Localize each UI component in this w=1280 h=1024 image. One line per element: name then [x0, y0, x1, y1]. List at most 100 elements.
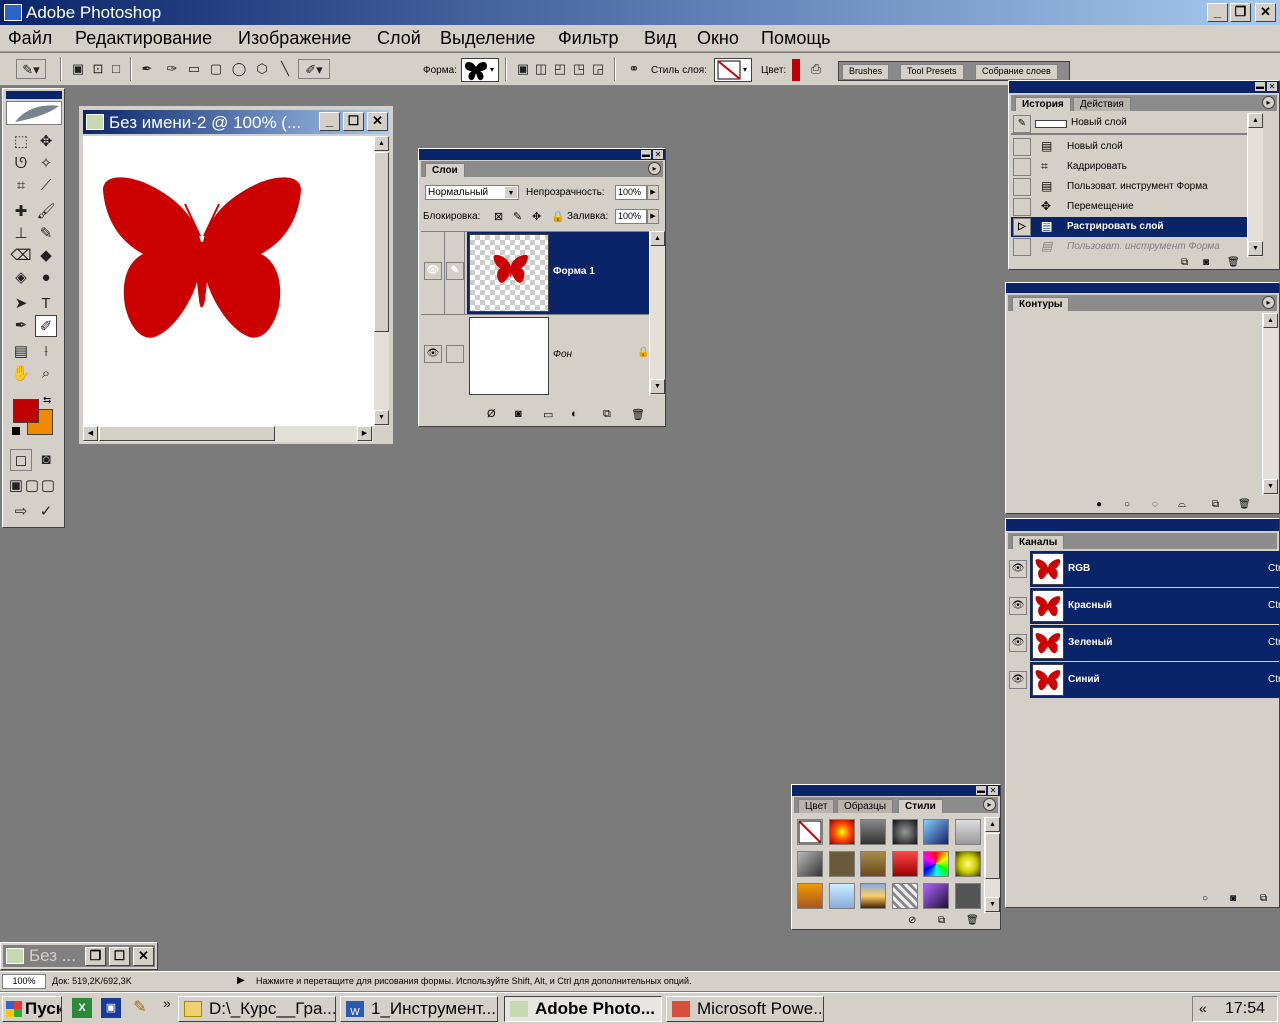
style-swatch[interactable] — [923, 819, 949, 845]
scroll-thumb[interactable] — [985, 833, 1000, 879]
path-selection-tool-icon[interactable]: ➤ — [10, 293, 32, 315]
eye-icon[interactable]: 👁 — [424, 262, 442, 280]
type-tool-icon[interactable]: T — [35, 293, 57, 315]
palette-well-icon[interactable]: ⎙ — [806, 59, 826, 79]
eye-icon[interactable]: 👁 — [1009, 634, 1027, 652]
hscroll-thumb[interactable] — [99, 426, 275, 441]
line-icon[interactable]: ╲ — [275, 59, 295, 79]
menu-edit[interactable]: Редактирование — [75, 28, 212, 49]
scroll-up-arrow[interactable]: ▲ — [650, 231, 665, 246]
tab-history[interactable]: История — [1015, 97, 1071, 111]
tab-color[interactable]: Цвет — [798, 799, 835, 813]
hand-tool-icon[interactable]: ✋ — [10, 363, 32, 385]
move-tool-icon[interactable]: ✥ — [35, 131, 57, 153]
taskbar-photoshop-button[interactable]: Adobe Photo... — [504, 996, 662, 1022]
style-swatch[interactable] — [923, 851, 949, 877]
taskbar-folder-button[interactable]: D:\_Курс__Гра... — [178, 996, 336, 1022]
fill-pixels-icon[interactable]: □ — [106, 59, 126, 79]
trash-icon[interactable]: 🗑 — [631, 408, 645, 421]
tools-quicklaunch-icon[interactable]: ✎ — [130, 998, 150, 1018]
new-layer-icon[interactable]: ⧉ — [603, 408, 611, 421]
save-quicklaunch-icon[interactable]: ▣ — [101, 998, 121, 1018]
scroll-down-arrow[interactable]: ▼ — [1248, 241, 1263, 256]
history-brush-tool-icon[interactable]: ✎ — [35, 223, 57, 245]
style-swatch[interactable] — [955, 851, 981, 877]
tab-layers[interactable]: Слои — [425, 163, 465, 177]
style-swatch[interactable] — [829, 851, 855, 877]
clear-style-icon[interactable]: ⊘ — [908, 915, 916, 926]
scroll-down-arrow[interactable]: ▼ — [1263, 479, 1278, 494]
style-none-swatch[interactable] — [797, 819, 823, 845]
shape-color-swatch[interactable] — [792, 59, 800, 81]
polygon-icon[interactable]: ⬡ — [252, 59, 272, 79]
new-shape-area-icon[interactable]: ▣ — [513, 59, 533, 79]
tray-chevron[interactable]: « — [1199, 1000, 1207, 1016]
min-doc-maximize-button[interactable]: ☐ — [109, 947, 130, 966]
menu-view[interactable]: Вид — [644, 28, 677, 49]
new-snapshot-icon[interactable]: ◙ — [1203, 257, 1209, 268]
clone-stamp-tool-icon[interactable]: ⊥ — [10, 223, 32, 245]
channel-row-blue[interactable]: 👁 Синий Ctr — [1006, 662, 1280, 699]
eye-icon[interactable]: 👁 — [1009, 671, 1027, 689]
style-swatch[interactable] — [860, 819, 886, 845]
link-empty-icon[interactable] — [446, 345, 464, 363]
tab-channels[interactable]: Каналы — [1012, 535, 1065, 549]
doc-maximize-button[interactable]: ☐ — [343, 112, 364, 131]
status-menu-arrow-icon[interactable]: ▶ — [237, 975, 245, 986]
lasso-tool-icon[interactable]: ᘎ — [10, 153, 32, 175]
intersect-shape-area-icon[interactable]: ◳ — [569, 59, 589, 79]
make-work-path-icon[interactable]: ⌓ — [1178, 499, 1186, 510]
new-set-icon[interactable]: ▭ — [543, 408, 553, 421]
layers-close-icon[interactable]: ✕ — [653, 150, 663, 159]
rectangle-icon[interactable]: ▭ — [184, 59, 204, 79]
style-swatch[interactable] — [797, 883, 823, 909]
doc-vertical-scrollbar[interactable]: ▲ ▼ — [373, 136, 389, 426]
imageready-icon[interactable]: ✓ — [35, 501, 57, 523]
link-icon[interactable]: ⚭ — [624, 59, 644, 79]
history-item-selected[interactable]: ▷ ▤ Растрировать слой — [1011, 217, 1247, 237]
trash-icon[interactable]: 🗑 — [1238, 499, 1251, 510]
style-swatch[interactable] — [797, 851, 823, 877]
style-swatch[interactable] — [829, 883, 855, 909]
zoom-tool-icon[interactable]: ⌕ — [35, 363, 57, 385]
rounded-rectangle-icon[interactable]: ▢ — [206, 59, 226, 79]
channel-row-rgb[interactable]: 👁 RGB Ctr — [1006, 551, 1280, 588]
tab-swatches[interactable]: Образцы — [837, 799, 894, 813]
eye-icon[interactable]: 👁 — [1009, 597, 1027, 615]
style-swatch[interactable] — [892, 883, 918, 909]
restore-button[interactable]: ❐ — [1230, 3, 1251, 22]
load-path-selection-icon[interactable]: ◌ — [1152, 499, 1158, 510]
custom-shape-icon[interactable]: ✐▾ — [298, 59, 330, 79]
history-brush-source-icon[interactable]: ✎ — [1013, 115, 1031, 133]
styles-minimize-icon[interactable]: ▬ — [976, 786, 986, 795]
layer-style-icon[interactable]: Ø — [487, 408, 496, 420]
new-channel-icon[interactable]: ⧉ — [1260, 893, 1267, 904]
history-menu-icon[interactable]: ▸ — [1262, 96, 1275, 109]
tool-preset-picker[interactable]: ✎▾ — [16, 59, 46, 79]
eye-icon[interactable]: 👁 — [424, 345, 442, 363]
start-button[interactable]: Пуск — [2, 996, 62, 1022]
scroll-up-arrow[interactable]: ▲ — [1248, 113, 1263, 128]
brush-link-icon[interactable]: ✎ — [446, 262, 464, 280]
style-swatch[interactable] — [955, 883, 981, 909]
clock[interactable]: 17:54 — [1225, 1000, 1265, 1018]
style-swatch[interactable] — [829, 819, 855, 845]
channel-row-red[interactable]: 👁 Красный Ctr — [1006, 588, 1280, 625]
shape-layers-icon[interactable]: ▣ — [68, 59, 88, 79]
eyedropper-tool-icon[interactable]: ⟊ — [35, 341, 57, 363]
swap-colors-icon[interactable]: ⇆ — [43, 395, 51, 406]
fill-input[interactable]: 100% — [615, 209, 647, 224]
menu-file[interactable]: Файл — [8, 28, 52, 49]
subtract-shape-area-icon[interactable]: ◰ — [550, 59, 570, 79]
min-doc-close-button[interactable]: ✕ — [133, 947, 154, 966]
layers-titlebar[interactable]: ▬ ✕ — [419, 149, 665, 160]
scroll-left-arrow[interactable]: ◀ — [83, 426, 98, 441]
style-swatch[interactable] — [923, 883, 949, 909]
load-channel-selection-icon[interactable]: ○ — [1202, 893, 1208, 904]
new-style-icon[interactable]: ⧉ — [938, 915, 945, 926]
menu-window[interactable]: Окно — [697, 28, 739, 49]
minimized-document[interactable]: Без ... ❐ ☐ ✕ — [0, 942, 158, 970]
standard-screen-icon[interactable]: ▣ — [8, 475, 24, 497]
fill-slider-button[interactable]: ▶ — [647, 209, 659, 224]
paths-scrollbar[interactable]: ▲ ▼ — [1262, 313, 1278, 495]
